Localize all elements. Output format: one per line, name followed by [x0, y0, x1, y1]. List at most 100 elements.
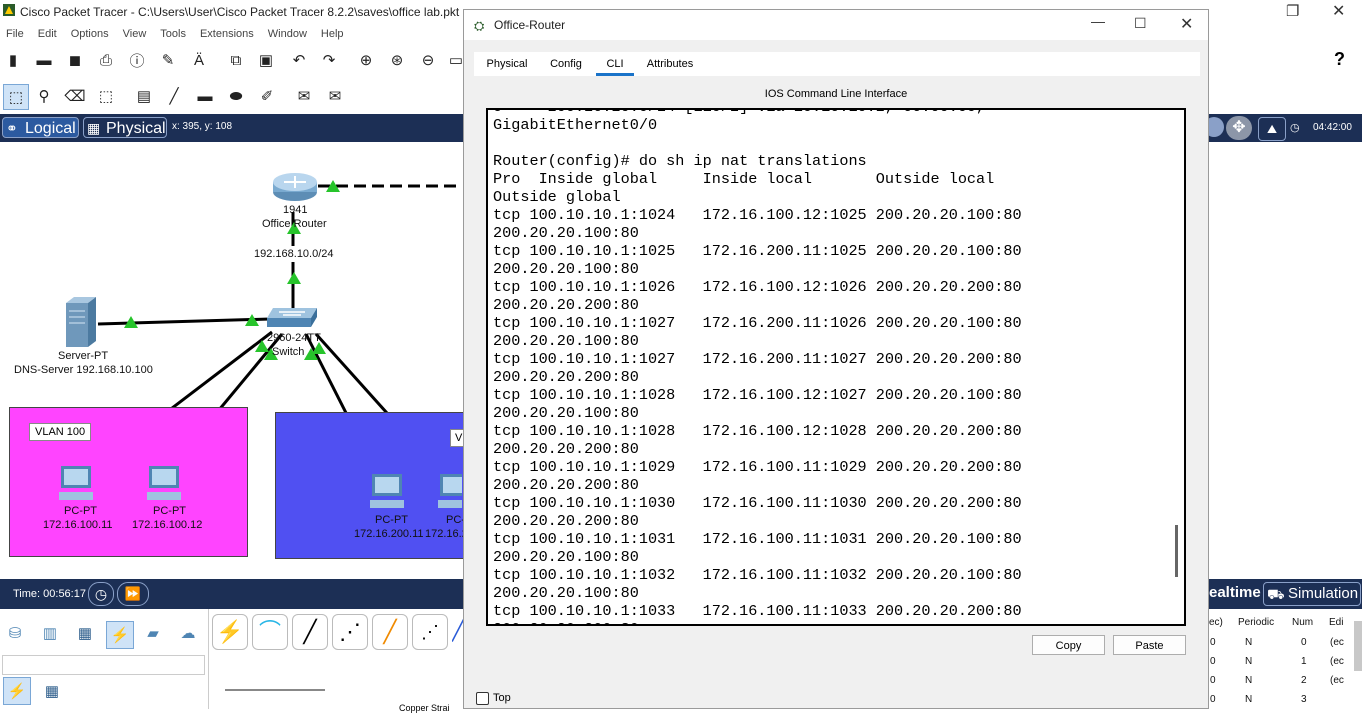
- background-image-icon[interactable]: ⛰: [1258, 117, 1286, 141]
- fiber-cable-icon[interactable]: ╱: [372, 614, 408, 650]
- top-checkbox[interactable]: [476, 692, 489, 705]
- menu-view[interactable]: View: [123, 24, 147, 44]
- table-cell[interactable]: (ec: [1330, 637, 1344, 648]
- pc-ip: 172.16.100.12: [132, 519, 203, 531]
- restore-icon[interactable]: ❐: [1286, 2, 1299, 20]
- activity-wizard-icon[interactable]: ✎: [158, 50, 178, 70]
- logical-workspace[interactable]: VLAN 100 VL 1941 Office Router 192.168.1…: [0, 142, 474, 578]
- cli-output: O 200.20.20.0/24 [110/2] via 10.10.10.2,…: [493, 110, 1022, 624]
- tab-config[interactable]: Config: [540, 52, 592, 76]
- components-icon[interactable]: ▦: [75, 623, 95, 643]
- pc-icon[interactable]: [436, 474, 462, 510]
- table-cell: 1: [1301, 656, 1307, 667]
- tab-physical[interactable]: Physical: [474, 52, 540, 76]
- console-cable-icon[interactable]: ⌒: [252, 614, 288, 650]
- maximize-icon[interactable]: ☐: [1134, 15, 1147, 32]
- menu-edit[interactable]: Edit: [38, 24, 57, 44]
- open-folder-icon[interactable]: ▬: [34, 50, 54, 70]
- pc-icon[interactable]: [57, 466, 97, 502]
- paste-button[interactable]: Paste: [1113, 635, 1186, 655]
- straight-through-cable-icon[interactable]: ╱: [292, 614, 328, 650]
- crossover-cable-icon[interactable]: ⋰: [332, 614, 368, 650]
- zoom-in-icon[interactable]: ⊕: [356, 50, 376, 70]
- navigation-icon[interactable]: ✥: [1226, 116, 1252, 140]
- table-cell[interactable]: (ec: [1330, 675, 1344, 686]
- table-cell[interactable]: (ec: [1330, 656, 1344, 667]
- print-icon[interactable]: ⎙: [96, 50, 116, 70]
- zoom-out-icon[interactable]: ⊖: [418, 50, 438, 70]
- pc-icon[interactable]: [368, 474, 408, 510]
- info-icon[interactable]: ⓘ: [127, 50, 147, 70]
- close-icon[interactable]: ✕: [1180, 14, 1193, 34]
- logical-icon: ⚭: [6, 120, 18, 136]
- grid-icon[interactable]: ▦: [42, 681, 62, 701]
- multiuser-icon[interactable]: ☁: [178, 623, 198, 643]
- copy-icon[interactable]: ⧉: [226, 50, 246, 70]
- menu-help[interactable]: Help: [321, 24, 344, 44]
- power-cycle-icon[interactable]: ◷: [88, 582, 114, 606]
- end-devices-icon[interactable]: ▥: [40, 623, 60, 643]
- realtime-tab[interactable]: ealtime: [1209, 582, 1261, 604]
- dialog-tabs: Physical Config CLI Attributes: [474, 52, 1200, 76]
- minimize-icon[interactable]: —: [1091, 13, 1105, 29]
- router-icon[interactable]: [272, 170, 318, 202]
- misc-icon[interactable]: ▰: [143, 623, 163, 643]
- save-icon[interactable]: ◼: [65, 50, 85, 70]
- zoom-reset-icon[interactable]: ⊛: [387, 50, 407, 70]
- router-name: Office Router: [262, 218, 327, 230]
- close-icon[interactable]: ✕: [1332, 1, 1345, 21]
- device-search-field[interactable]: [2, 655, 205, 675]
- wizard-a-icon[interactable]: Ä: [189, 50, 209, 70]
- phone-cable-icon[interactable]: ⋰: [412, 614, 448, 650]
- coaxial-cable-icon[interactable]: ╱: [452, 614, 463, 648]
- tab-cli[interactable]: CLI: [596, 52, 634, 76]
- logical-tab[interactable]: ⚭ Logical: [2, 117, 79, 138]
- draw-rectangle-icon[interactable]: ▬: [195, 86, 215, 106]
- delete-icon[interactable]: ⌫: [64, 86, 85, 106]
- cursor-coordinates: x: 395, y: 108: [172, 121, 233, 132]
- copy-button[interactable]: Copy: [1032, 635, 1105, 655]
- complex-pdu-icon[interactable]: ✉: [325, 86, 345, 106]
- server-icon[interactable]: [66, 297, 98, 347]
- table-cell: 0: [1210, 637, 1216, 648]
- menu-window[interactable]: Window: [268, 24, 307, 44]
- simulation-tab[interactable]: ⛟ Simulation: [1263, 582, 1361, 606]
- menu-extensions[interactable]: Extensions: [200, 24, 254, 44]
- col-header-num: Num: [1292, 617, 1314, 628]
- menu-tools[interactable]: Tools: [160, 24, 186, 44]
- connections-icon[interactable]: ⚡: [106, 621, 134, 649]
- switch-icon[interactable]: [267, 306, 317, 328]
- paste-icon[interactable]: ▣: [256, 50, 276, 70]
- new-file-icon[interactable]: ▮: [3, 50, 23, 70]
- cli-scrollbar-thumb[interactable]: [1175, 525, 1178, 577]
- simple-pdu-icon[interactable]: ✉: [294, 86, 314, 106]
- draw-ellipse-icon[interactable]: ⬬: [226, 86, 246, 106]
- physical-label: Physical: [106, 120, 166, 137]
- clock-icon: ◷: [1290, 122, 1300, 134]
- auto-connect-icon[interactable]: ⚡: [212, 614, 248, 650]
- inspect-icon[interactable]: ⚲: [34, 86, 54, 106]
- tab-attributes[interactable]: Attributes: [636, 52, 704, 76]
- connections-subcategory-icon[interactable]: ⚡: [3, 677, 31, 705]
- undo-icon[interactable]: ↶: [289, 50, 309, 70]
- col-header-time: ec): [1209, 617, 1223, 628]
- pc-ip: 172.16.100.11: [43, 519, 113, 531]
- palette-scrollbar[interactable]: [225, 689, 325, 691]
- event-list-scrollbar[interactable]: [1354, 621, 1362, 671]
- menu-options[interactable]: Options: [71, 24, 109, 44]
- menu-file[interactable]: File: [6, 24, 24, 44]
- freeform-icon[interactable]: ✐: [257, 86, 277, 106]
- fast-forward-icon[interactable]: ⏩: [117, 582, 149, 606]
- pc-icon[interactable]: [145, 466, 185, 502]
- resize-shape-icon[interactable]: ⬚: [96, 86, 116, 106]
- simulation-label: Simulation: [1288, 585, 1359, 602]
- note-icon[interactable]: ▤: [134, 86, 154, 106]
- cli-terminal[interactable]: O 200.20.20.0/24 [110/2] via 10.10.10.2,…: [486, 108, 1186, 626]
- select-icon[interactable]: ⬚: [3, 84, 29, 110]
- server-type: Server-PT: [58, 350, 109, 362]
- network-devices-icon[interactable]: ⛁: [5, 623, 25, 643]
- help-icon[interactable]: ?: [1334, 49, 1345, 70]
- physical-tab[interactable]: ▦ Physical: [83, 117, 167, 138]
- redo-icon[interactable]: ↷: [319, 50, 339, 70]
- draw-line-icon[interactable]: ╱: [164, 86, 184, 106]
